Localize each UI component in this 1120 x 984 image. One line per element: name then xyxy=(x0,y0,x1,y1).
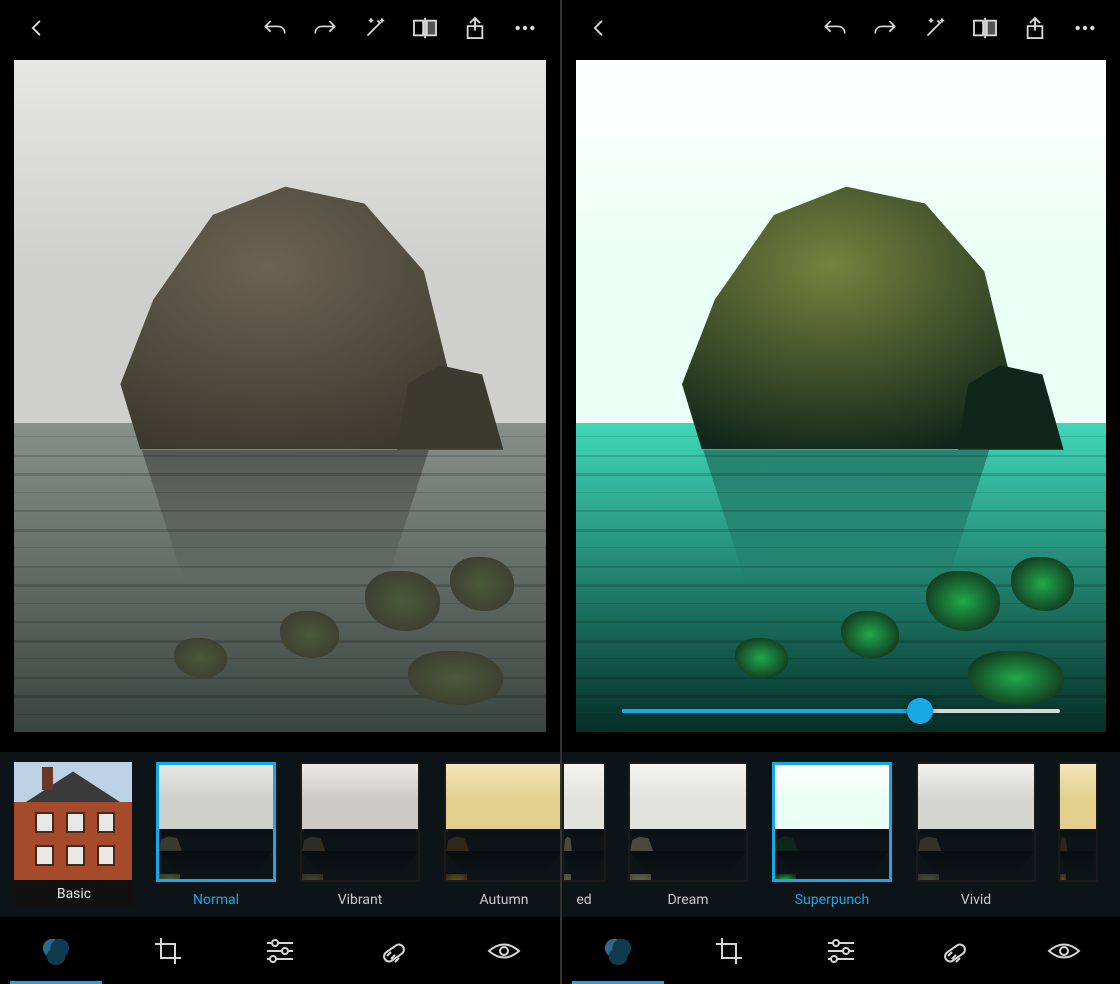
more-icon[interactable] xyxy=(1064,7,1106,49)
filter-item-partial[interactable] xyxy=(1058,762,1098,908)
preview-canvas[interactable] xyxy=(0,56,560,752)
filter-item-label: Autumn xyxy=(479,892,528,908)
filter-category-label: Basic xyxy=(14,880,134,908)
undo-icon[interactable] xyxy=(254,7,296,49)
bottom-toolbar xyxy=(0,916,560,984)
filters-tool-icon[interactable] xyxy=(26,923,86,979)
undo-icon[interactable] xyxy=(814,7,856,49)
redo-icon[interactable] xyxy=(864,7,906,49)
filter-item-edge[interactable]: ed xyxy=(562,762,606,908)
filter-strip[interactable]: Basic Normal Vibrant Autumn xyxy=(0,752,560,916)
bottom-toolbar xyxy=(562,916,1120,984)
heal-tool-icon[interactable] xyxy=(362,923,422,979)
crop-tool-icon[interactable] xyxy=(138,923,198,979)
redeye-tool-icon[interactable] xyxy=(474,923,534,979)
filter-item-dream[interactable]: Dream xyxy=(626,762,750,908)
filter-category-basic[interactable]: Basic xyxy=(14,762,134,908)
slider-thumb[interactable] xyxy=(907,698,933,724)
back-icon[interactable] xyxy=(16,7,58,49)
crop-tool-icon[interactable] xyxy=(699,923,759,979)
more-icon[interactable] xyxy=(504,7,546,49)
filter-item-vivid[interactable]: Vivid xyxy=(914,762,1038,908)
share-icon[interactable] xyxy=(1014,7,1056,49)
top-toolbar xyxy=(562,0,1120,56)
adjust-tool-icon[interactable] xyxy=(250,923,310,979)
compare-icon[interactable] xyxy=(964,7,1006,49)
filter-item-label: Superpunch xyxy=(795,892,869,908)
editor-pane-left: Basic Normal Vibrant Autumn xyxy=(0,0,560,984)
adjust-tool-icon[interactable] xyxy=(811,923,871,979)
redo-icon[interactable] xyxy=(304,7,346,49)
filter-item-superpunch[interactable]: Superpunch xyxy=(770,762,894,908)
filter-item-label: Vivid xyxy=(961,892,991,908)
compare-icon[interactable] xyxy=(404,7,446,49)
intensity-slider[interactable] xyxy=(622,696,1060,726)
filters-tool-icon[interactable] xyxy=(588,923,648,979)
autofix-icon[interactable] xyxy=(354,7,396,49)
redeye-tool-icon[interactable] xyxy=(1034,923,1094,979)
filter-item-autumn[interactable]: Autumn xyxy=(442,762,560,908)
heal-tool-icon[interactable] xyxy=(923,923,983,979)
filter-item-label: Vibrant xyxy=(338,892,383,908)
preview-image xyxy=(14,60,546,732)
back-icon[interactable] xyxy=(578,7,620,49)
preview-canvas[interactable] xyxy=(562,56,1120,752)
filter-item-normal[interactable]: Normal xyxy=(154,762,278,908)
top-toolbar xyxy=(0,0,560,56)
share-icon[interactable] xyxy=(454,7,496,49)
filter-item-label: Normal xyxy=(193,892,239,908)
autofix-icon[interactable] xyxy=(914,7,956,49)
filter-item-label: ed xyxy=(576,892,591,908)
filter-strip[interactable]: ed Dream Superpunch Vivid xyxy=(562,752,1120,916)
filter-item-vibrant[interactable]: Vibrant xyxy=(298,762,422,908)
preview-image xyxy=(576,60,1106,732)
editor-pane-right: ed Dream Superpunch Vivid xyxy=(560,0,1120,984)
filter-item-label: Dream xyxy=(667,892,708,908)
